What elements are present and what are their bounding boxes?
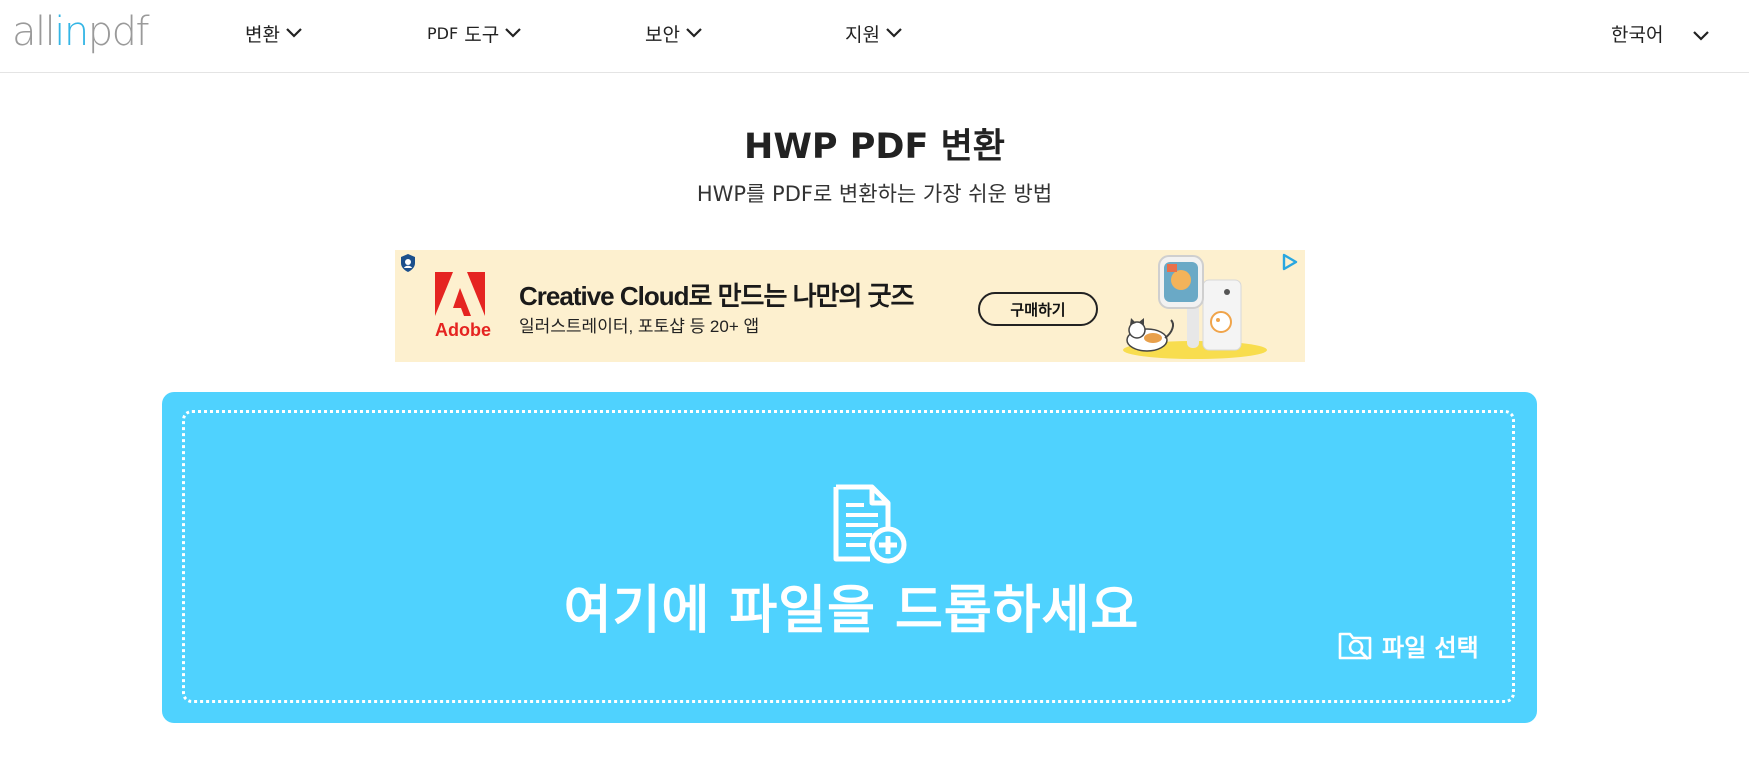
chevron-down-icon [686, 28, 702, 38]
nav-convert[interactable]: 변환 [245, 18, 302, 48]
ad-brand: Adobe [435, 320, 491, 340]
language-label: 한국어 [1611, 23, 1664, 46]
drop-instruction: 여기에 파일을 드롭하세요 [563, 581, 1140, 641]
folder-search-icon [1338, 632, 1372, 661]
nav-support-label: 지원 [845, 23, 880, 46]
page-title: HWP PDF 변환 [744, 127, 1005, 167]
chevron-down-icon [505, 28, 521, 38]
chevron-down-icon [1693, 31, 1710, 41]
top-header: allinpdf 변환 PDF 도구 보안 지원 한국어 [0, 0, 1749, 73]
drop-zone-border: 여기에 파일을 드롭하세요 파일 선택 [182, 410, 1515, 703]
page-subtitle: HWP를 PDF로 변환하는 가장 쉬운 방법 [696, 182, 1053, 206]
chevron-down-icon [286, 28, 302, 38]
nav-security[interactable]: 보안 [645, 18, 702, 48]
nav-security-label: 보안 [645, 23, 680, 46]
nav-pdf-tools[interactable]: PDF 도구 [427, 18, 521, 48]
product-illustration-icon [1123, 255, 1267, 359]
adchoice-icon[interactable] [1281, 253, 1299, 271]
nav-pdf-tools-label: 도구 [464, 23, 500, 46]
chevron-down-icon [886, 28, 902, 38]
language-selector[interactable]: 한국어 [1611, 18, 1710, 48]
file-drop-zone[interactable]: 여기에 파일을 드롭하세요 파일 선택 [162, 392, 1537, 723]
nav-convert-label: 변환 [245, 23, 280, 46]
allinpdf-logo[interactable]: allinpdf [12, 6, 150, 58]
file-select-button[interactable]: 파일 선택 [1338, 625, 1479, 665]
ad-buy-button[interactable]: 구매하기 [978, 292, 1098, 326]
file-add-icon [833, 484, 907, 564]
adobe-logo-icon [435, 272, 485, 316]
shield-icon [401, 254, 415, 272]
ad-banner[interactable]: Adobe Creative Cloud로 만드는 나만의 굿즈 일러스트레이터… [395, 250, 1305, 362]
ad-subline: 일러스트레이터, 포토샵 등 20+ 앱 [519, 317, 760, 336]
nav-support[interactable]: 지원 [845, 18, 902, 48]
file-select-label: 파일 선택 [1382, 633, 1479, 662]
nav-pdf-tools-prefix: PDF [427, 23, 459, 43]
ad-headline: Creative Cloud로 만드는 나만의 굿즈 [519, 281, 914, 311]
